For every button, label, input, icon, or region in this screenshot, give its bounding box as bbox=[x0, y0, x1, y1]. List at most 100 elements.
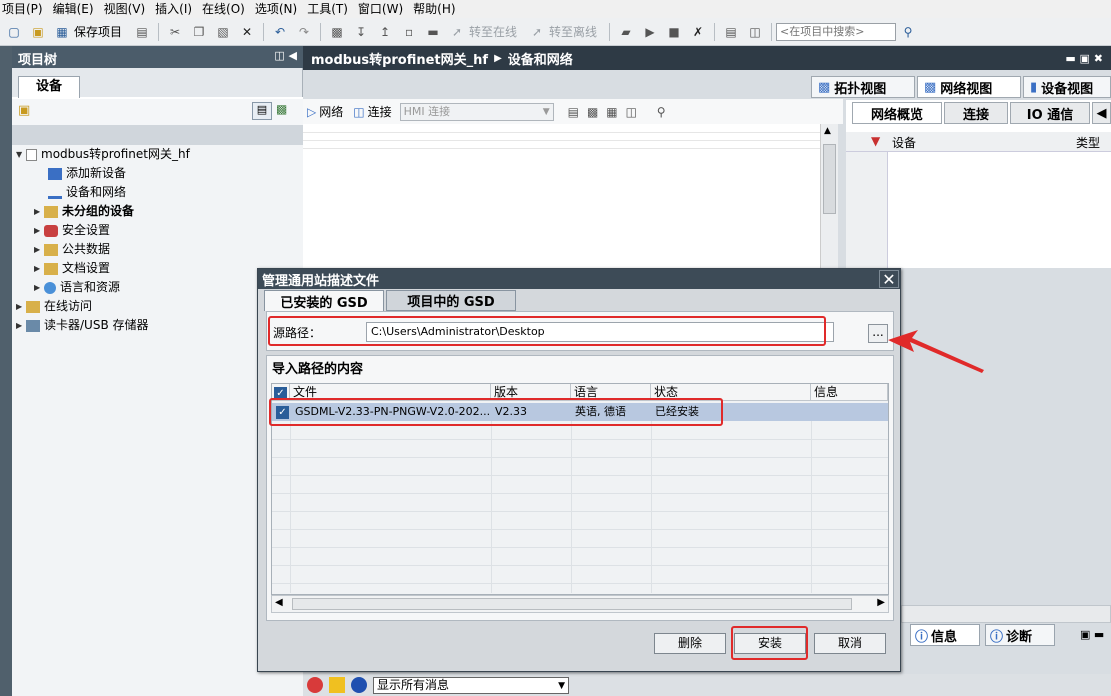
breadcrumb-project[interactable]: modbus转profinet网关_hf bbox=[311, 49, 488, 68]
menu-project[interactable]: 项目(P) bbox=[0, 0, 51, 18]
connection-mode-icon[interactable]: ◫ bbox=[353, 105, 364, 119]
tree-item-common-data[interactable]: ▶ 公共数据 bbox=[34, 240, 110, 259]
paste-icon[interactable]: ▧ bbox=[214, 23, 232, 41]
panel-collapse-icon[interactable]: ◫ ◀ bbox=[274, 49, 297, 62]
scroll-up-icon[interactable]: ▲ bbox=[824, 126, 831, 136]
error-filter-icon[interactable] bbox=[307, 677, 323, 693]
network-view-icon: ▩ bbox=[924, 79, 937, 95]
delete-button[interactable]: 删除 bbox=[654, 633, 726, 654]
tree-item-add-device[interactable]: 添加新设备 bbox=[48, 164, 126, 183]
expand-arrow-icon[interactable]: ▼ bbox=[16, 145, 26, 164]
tree-item-doc-settings[interactable]: ▶ 文档设置 bbox=[34, 259, 110, 278]
menu-edit[interactable]: 编辑(E) bbox=[51, 0, 102, 18]
tree-item-security[interactable]: ▶ 安全设置 bbox=[34, 221, 110, 240]
expand-arrow-icon[interactable]: ▶ bbox=[16, 316, 26, 335]
download-icon[interactable]: ↧ bbox=[352, 23, 370, 41]
tab-scroll-left-icon[interactable]: ◀ bbox=[1092, 102, 1111, 124]
tree-item-languages[interactable]: ▶ 语言和资源 bbox=[34, 278, 120, 297]
project-search-input[interactable] bbox=[776, 22, 897, 41]
undo-icon[interactable]: ↶ bbox=[271, 23, 289, 41]
menu-options[interactable]: 选项(N) bbox=[253, 0, 305, 18]
tab-network-view[interactable]: ▩ 网络视图 bbox=[917, 76, 1021, 98]
expand-arrow-icon[interactable]: ▶ bbox=[34, 202, 44, 221]
accessible-devices-icon[interactable]: ▰ bbox=[617, 23, 635, 41]
menu-online[interactable]: 在线(O) bbox=[200, 0, 253, 18]
save-icon[interactable]: ▦ bbox=[53, 23, 71, 41]
dropdown-arrow-icon: ▼ bbox=[558, 680, 565, 691]
delete-icon[interactable]: ✕ bbox=[238, 23, 256, 41]
tab-io-communication[interactable]: IO 通信 bbox=[1010, 102, 1090, 124]
tab-connections[interactable]: 连接 bbox=[944, 102, 1008, 124]
save-project-button[interactable]: 保存项目 bbox=[74, 23, 122, 40]
table-hscrollbar[interactable]: ◀ ▶ bbox=[271, 595, 889, 613]
tree-view-icon[interactable]: ▤ bbox=[252, 102, 272, 120]
tab-devices[interactable]: 设备 bbox=[18, 76, 80, 98]
tab-network-overview[interactable]: 网络概览 bbox=[852, 102, 942, 124]
search-go-icon[interactable]: ⚲ bbox=[899, 23, 917, 41]
tab-project-gsd[interactable]: 项目中的 GSD bbox=[386, 290, 516, 311]
print-icon[interactable]: ▤ bbox=[133, 23, 151, 41]
tab-installed-gsd[interactable]: 已安装的 GSD bbox=[264, 290, 384, 311]
stop-cpu-icon[interactable]: ■ bbox=[665, 23, 683, 41]
table-gridline bbox=[272, 511, 888, 512]
menu-tools[interactable]: 工具(T) bbox=[305, 0, 356, 18]
tree-item-project[interactable]: ▼ modbus转profinet网关_hf bbox=[16, 145, 190, 164]
tb-icons[interactable]: ▤▩▦◫ ⚲ bbox=[568, 105, 674, 119]
window-controls-icon[interactable]: ▬ ▣ ✖ bbox=[1065, 52, 1103, 65]
column-info[interactable]: 信息 bbox=[811, 384, 888, 401]
copy-icon[interactable]: ❐ bbox=[190, 23, 208, 41]
canvas-scrollbar[interactable]: ▲ bbox=[820, 124, 838, 268]
expand-arrow-icon[interactable]: ▶ bbox=[34, 278, 44, 297]
tab-device-view[interactable]: ▮ 设备视图 bbox=[1023, 76, 1111, 98]
device-icon[interactable]: ▬ bbox=[424, 23, 442, 41]
scroll-right-icon[interactable]: ▶ bbox=[877, 597, 885, 608]
split-vertical-icon[interactable]: ◫ bbox=[746, 23, 764, 41]
warning-filter-icon[interactable] bbox=[329, 677, 345, 693]
menu-insert[interactable]: 插入(I) bbox=[153, 0, 200, 18]
tree-add-icon[interactable]: ▣ bbox=[18, 103, 30, 118]
dialog-close-button[interactable]: ✕ bbox=[879, 270, 899, 289]
scroll-left-icon[interactable]: ◀ bbox=[275, 597, 283, 608]
tree-item-card-reader[interactable]: ▶ 读卡器/USB 存储器 bbox=[16, 316, 149, 335]
split-icon[interactable]: ▩ bbox=[328, 23, 346, 41]
new-project-icon[interactable]: ▢ bbox=[5, 23, 23, 41]
open-project-icon[interactable]: ▣ bbox=[29, 23, 47, 41]
tab-topology-view[interactable]: ▩ 拓扑视图 bbox=[811, 76, 915, 98]
project-tree-title: 项目树 ◫ ◀ bbox=[12, 46, 303, 68]
menu-window[interactable]: 窗口(W) bbox=[356, 0, 411, 18]
scroll-thumb[interactable] bbox=[823, 144, 836, 214]
message-filter-select[interactable]: 显示所有消息 ▼ bbox=[373, 676, 569, 694]
scroll-thumb[interactable] bbox=[292, 598, 852, 610]
connection-mode-button[interactable]: 连接 bbox=[368, 103, 392, 120]
upload-icon[interactable]: ↥ bbox=[376, 23, 394, 41]
network-mode-icon[interactable]: ▷ bbox=[307, 105, 316, 119]
menu-view[interactable]: 视图(V) bbox=[102, 0, 154, 18]
tab-diagnostics[interactable]: ⓘ 诊断 bbox=[985, 624, 1055, 646]
cut-icon[interactable]: ✂ bbox=[166, 23, 184, 41]
network-mode-button[interactable]: 网络 bbox=[319, 103, 343, 120]
expand-arrow-icon[interactable]: ▶ bbox=[34, 221, 44, 240]
redo-icon[interactable]: ↷ bbox=[295, 23, 313, 41]
tree-options-icon[interactable]: ▩ bbox=[276, 102, 287, 116]
simulation-icon[interactable]: ▫ bbox=[400, 23, 418, 41]
cross-reference-icon[interactable]: ✗ bbox=[689, 23, 707, 41]
split-horizontal-icon[interactable]: ▤ bbox=[722, 23, 740, 41]
tree-item-devices-networks[interactable]: 设备和网络 bbox=[48, 183, 126, 202]
column-type[interactable]: 类型 bbox=[1076, 134, 1100, 151]
panel-controls-icon[interactable]: ▣ ▬ bbox=[1080, 628, 1104, 641]
tree-item-ungrouped-devices[interactable]: ▶ 未分组的设备 bbox=[34, 202, 134, 221]
expand-arrow-icon[interactable]: ▶ bbox=[34, 259, 44, 278]
column-device[interactable]: 设备 bbox=[892, 134, 916, 151]
filter-icon[interactable]: ▼ bbox=[871, 134, 880, 148]
expand-arrow-icon[interactable]: ▶ bbox=[34, 240, 44, 259]
cancel-button[interactable]: 取消 bbox=[814, 633, 886, 654]
expand-arrow-icon[interactable]: ▶ bbox=[16, 297, 26, 316]
menu-help[interactable]: 帮助(H) bbox=[411, 0, 463, 18]
start-cpu-icon[interactable]: ▶ bbox=[641, 23, 659, 41]
browse-button[interactable]: ... bbox=[868, 324, 888, 343]
tree-item-online-access[interactable]: ▶ 在线访问 bbox=[16, 297, 92, 316]
info-filter-icon[interactable] bbox=[351, 677, 367, 693]
overview-hscroll[interactable] bbox=[901, 605, 1111, 623]
network-canvas[interactable] bbox=[303, 124, 820, 268]
tab-info[interactable]: ⓘ 信息 bbox=[910, 624, 980, 646]
